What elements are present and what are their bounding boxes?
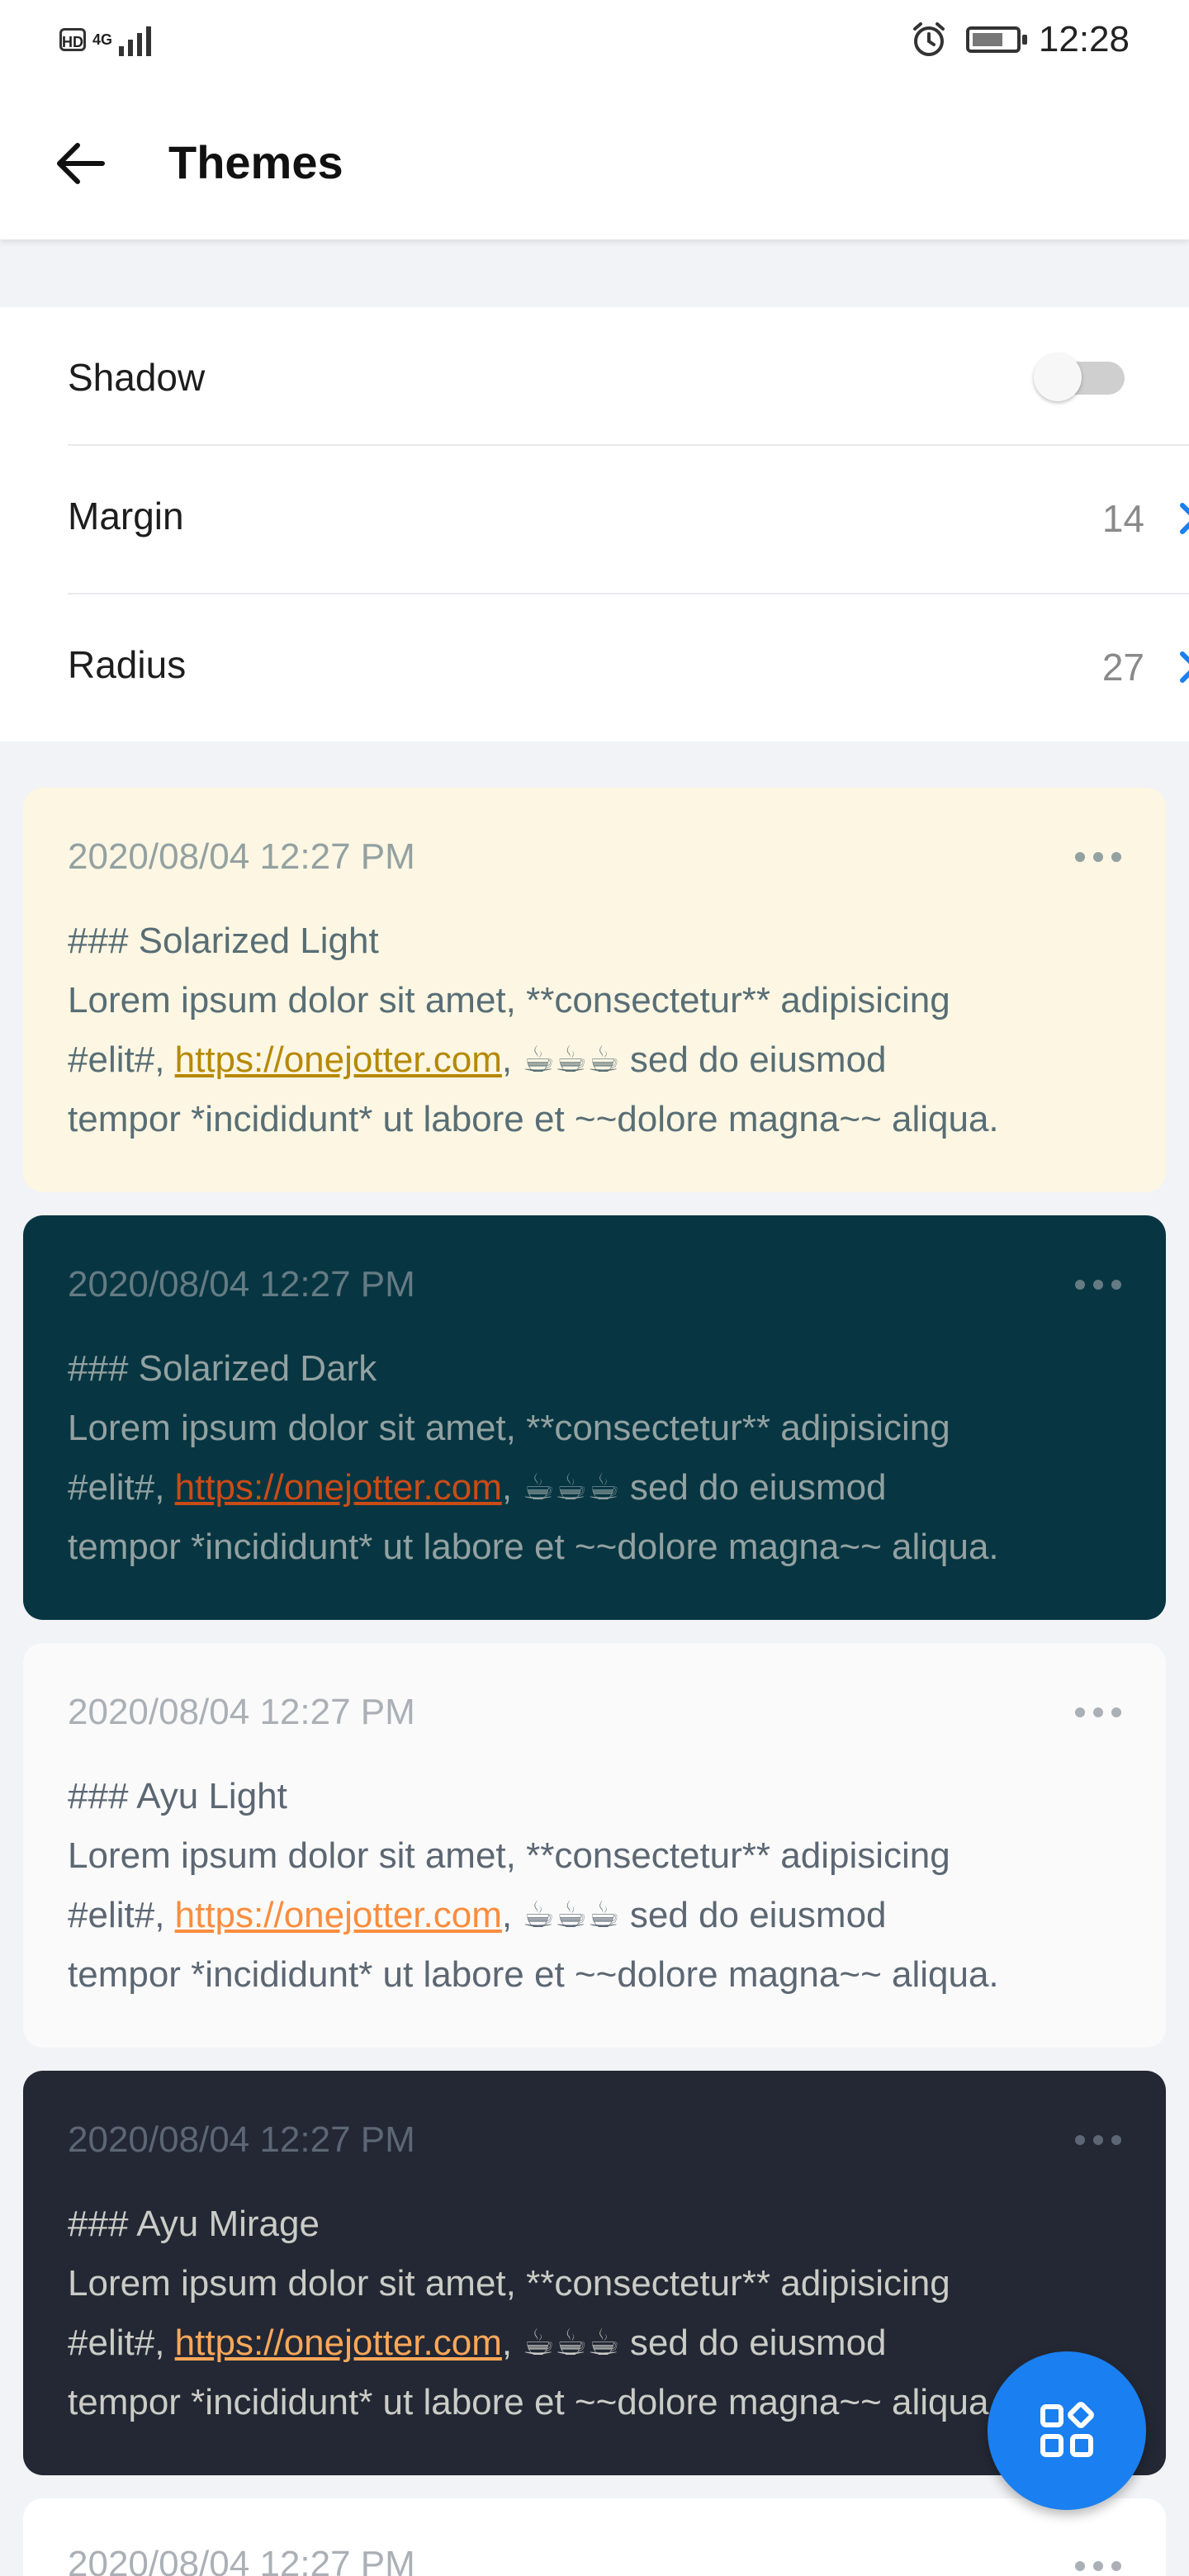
setting-radius[interactable]: Radius 27 (68, 593, 1189, 735)
back-button[interactable] (46, 132, 112, 195)
card-date: 2020/08/04 12:27 PM (68, 836, 415, 877)
network-type: 4G (92, 31, 113, 48)
theme-card-partial[interactable]: 2020/08/04 12:27 PM (23, 2498, 1166, 2576)
signal-icon (119, 23, 152, 56)
card-line-2: #elit#, https://onejotter.com, ☕☕☕ sed d… (68, 1466, 887, 1508)
theme-card-solarized-light[interactable]: 2020/08/04 12:27 PM ### Solarized Light … (23, 788, 1166, 1192)
card-link[interactable]: https://onejotter.com (175, 1895, 502, 1935)
status-right: 12:28 (910, 17, 1130, 63)
setting-radius-value: 27 (1101, 646, 1144, 689)
card-heading: ### Solarized Dark (68, 1348, 377, 1389)
card-line-2: #elit#, https://onejotter.com, ☕☕☕ sed d… (68, 1894, 887, 1936)
card-date: 2020/08/04 12:27 PM (68, 1264, 415, 1305)
card-line-3: tempor *incididunt* ut labore et ~~dolor… (68, 1527, 999, 1567)
shadow-toggle[interactable] (1034, 353, 1125, 401)
card-heading: ### Solarized Light (68, 921, 379, 961)
chevron-right-icon (1180, 503, 1189, 534)
card-link[interactable]: https://onejotter.com (175, 2323, 502, 2363)
theme-card-solarized-dark[interactable]: 2020/08/04 12:27 PM ### Solarized Dark L… (23, 1215, 1166, 1620)
card-link[interactable]: https://onejotter.com (175, 1467, 502, 1508)
card-line-1: Lorem ipsum dolor sit amet, **consectetu… (68, 980, 950, 1020)
card-line-3: tempor *incididunt* ut labore et ~~dolor… (68, 2382, 999, 2422)
setting-radius-label: Radius (68, 643, 187, 686)
status-left: HD 4G (59, 23, 152, 56)
coffee-emoji: ☕☕☕ (522, 1894, 620, 1936)
card-date: 2020/08/04 12:27 PM (68, 2544, 415, 2576)
setting-shadow[interactable]: Shadow (0, 307, 1189, 447)
more-horizontal-icon[interactable] (1073, 2130, 1123, 2150)
card-preview-text: ### Ayu Light Lorem ipsum dolor sit amet… (68, 1767, 1133, 2005)
card-preview-text: ### Ayu Mirage Lorem ipsum dolor sit ame… (68, 2195, 1133, 2432)
card-line-2: #elit#, https://onejotter.com, ☕☕☕ sed d… (68, 1039, 887, 1081)
more-horizontal-icon[interactable] (1073, 1702, 1123, 1722)
card-line-3: tempor *incididunt* ut labore et ~~dolor… (68, 1099, 999, 1139)
settings-panel: Shadow Margin 14 Radius 27 (0, 307, 1189, 741)
card-line-2: #elit#, https://onejotter.com, ☕☕☕ sed d… (68, 2322, 887, 2364)
coffee-emoji: ☕☕☕ (522, 1039, 620, 1081)
setting-shadow-label: Shadow (68, 356, 206, 399)
card-line-1: Lorem ipsum dolor sit amet, **consectetu… (68, 2263, 950, 2304)
fab-button[interactable] (988, 2351, 1146, 2510)
more-horizontal-icon[interactable] (1073, 2556, 1123, 2576)
more-horizontal-icon[interactable] (1073, 1275, 1123, 1295)
status-bar: HD 4G 12:28 (0, 0, 1189, 83)
page-title: Themes (168, 136, 343, 188)
card-link[interactable]: https://onejotter.com (175, 1039, 502, 1080)
card-date: 2020/08/04 12:27 PM (68, 1692, 415, 1732)
card-line-3: tempor *incididunt* ut labore et ~~dolor… (68, 1954, 999, 1995)
setting-margin[interactable]: Margin 14 (68, 444, 1189, 586)
theme-card-ayu-light[interactable]: 2020/08/04 12:27 PM ### Ayu Light Lorem … (23, 1643, 1166, 2048)
card-line-1: Lorem ipsum dolor sit amet, **consectetu… (68, 1408, 950, 1448)
coffee-emoji: ☕☕☕ (522, 2322, 620, 2364)
hd-badge: HD (59, 28, 86, 51)
card-heading: ### Ayu Light (68, 1776, 287, 1816)
status-time: 12:28 (1038, 19, 1130, 59)
app-bar: Themes (0, 83, 1189, 239)
more-horizontal-icon[interactable] (1073, 847, 1123, 867)
card-date: 2020/08/04 12:27 PM (68, 2119, 415, 2160)
grid-icon (1040, 2402, 1094, 2457)
arrow-left-icon (57, 143, 105, 184)
card-preview-text: ### Solarized Dark Lorem ipsum dolor sit… (68, 1339, 1133, 1577)
card-line-1: Lorem ipsum dolor sit amet, **consectetu… (68, 1835, 950, 1876)
alarm-icon (912, 22, 945, 56)
setting-margin-label: Margin (68, 495, 184, 537)
card-heading: ### Ayu Mirage (68, 2204, 320, 2244)
setting-margin-value: 14 (1101, 497, 1144, 540)
coffee-emoji: ☕☕☕ (522, 1466, 620, 1508)
battery-icon (965, 26, 1027, 53)
chevron-right-icon (1180, 651, 1189, 683)
card-preview-text: ### Solarized Light Lorem ipsum dolor si… (68, 912, 1133, 1149)
